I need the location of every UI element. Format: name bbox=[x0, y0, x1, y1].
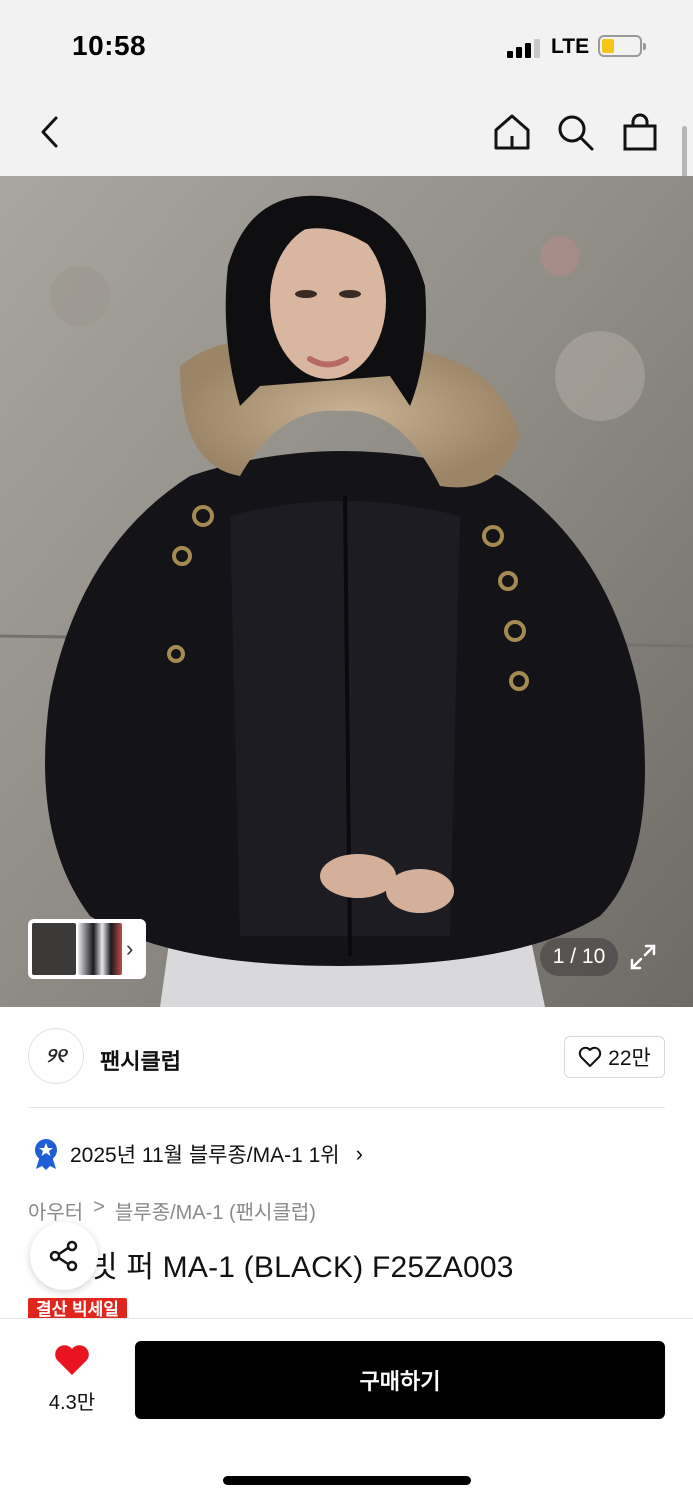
bottom-purchase-bar: 4.3만 구매하기 bbox=[0, 1318, 693, 1500]
buy-button[interactable]: 구매하기 bbox=[135, 1341, 665, 1419]
section-divider bbox=[28, 1107, 665, 1108]
thumbnail-image[interactable] bbox=[32, 923, 76, 975]
home-button[interactable] bbox=[490, 110, 534, 154]
breadcrumb-separator: > bbox=[93, 1196, 105, 1218]
cellular-signal-icon bbox=[507, 38, 541, 58]
home-icon bbox=[494, 114, 530, 150]
ranking-medal-icon bbox=[35, 1139, 57, 1170]
thumbnail-strip[interactable]: › bbox=[28, 919, 146, 979]
expand-button[interactable] bbox=[622, 936, 664, 978]
ranking-text: 2025년 11월 블루종/MA-1 1위 bbox=[70, 1144, 340, 1167]
search-icon bbox=[558, 115, 594, 151]
brand-like-count: 22만 bbox=[608, 1047, 651, 1070]
product-image-gallery[interactable]: › 1 / 10 bbox=[0, 176, 693, 1007]
heart-filled-icon bbox=[55, 1345, 89, 1375]
wishlist-button[interactable]: 4.3만 bbox=[36, 1343, 108, 1415]
chevron-left-icon bbox=[41, 116, 58, 148]
breadcrumb-category[interactable]: 아우터 bbox=[28, 1196, 83, 1225]
brand-like-button[interactable]: 22만 bbox=[564, 1036, 665, 1078]
shopping-bag-icon bbox=[623, 113, 657, 151]
brand-row: ୨୧ 팬시클럽 22만 bbox=[28, 1028, 665, 1086]
search-button[interactable] bbox=[553, 110, 597, 154]
home-indicator[interactable] bbox=[223, 1476, 471, 1485]
back-button[interactable] bbox=[28, 110, 72, 154]
brand-logo[interactable]: ୨୧ bbox=[28, 1028, 84, 1084]
ranking-link[interactable]: 2025년 11월 블루종/MA-1 1위 › bbox=[32, 1136, 363, 1172]
brand-name[interactable]: 팬시클럽 bbox=[100, 1044, 181, 1076]
share-button[interactable] bbox=[30, 1222, 98, 1290]
expand-icon bbox=[630, 944, 656, 970]
status-bar: 10:58 LTE bbox=[0, 0, 693, 92]
chevron-right-icon: › bbox=[355, 1141, 363, 1166]
product-photo bbox=[0, 176, 693, 1007]
product-title: 빗 퍼 MA-1 (BLACK) F25ZA003 bbox=[90, 1251, 514, 1284]
wishlist-count: 4.3만 bbox=[48, 1392, 96, 1414]
battery-icon bbox=[598, 35, 646, 57]
heart-outline-icon bbox=[578, 1046, 602, 1067]
network-type: LTE bbox=[551, 35, 590, 58]
top-navigation bbox=[0, 92, 693, 176]
breadcrumb-subcategory[interactable]: 블루종/MA-1 (팬시클럽) bbox=[115, 1196, 316, 1225]
image-counter: 1 / 10 bbox=[540, 938, 618, 976]
breadcrumb: 아우터 > 블루종/MA-1 (팬시클럽) bbox=[28, 1196, 316, 1225]
thumbnail-image[interactable] bbox=[78, 923, 122, 975]
cart-button[interactable] bbox=[618, 110, 662, 154]
thumbnail-next-icon[interactable]: › bbox=[126, 936, 133, 962]
status-time: 10:58 bbox=[72, 30, 147, 61]
share-icon bbox=[49, 1240, 78, 1272]
